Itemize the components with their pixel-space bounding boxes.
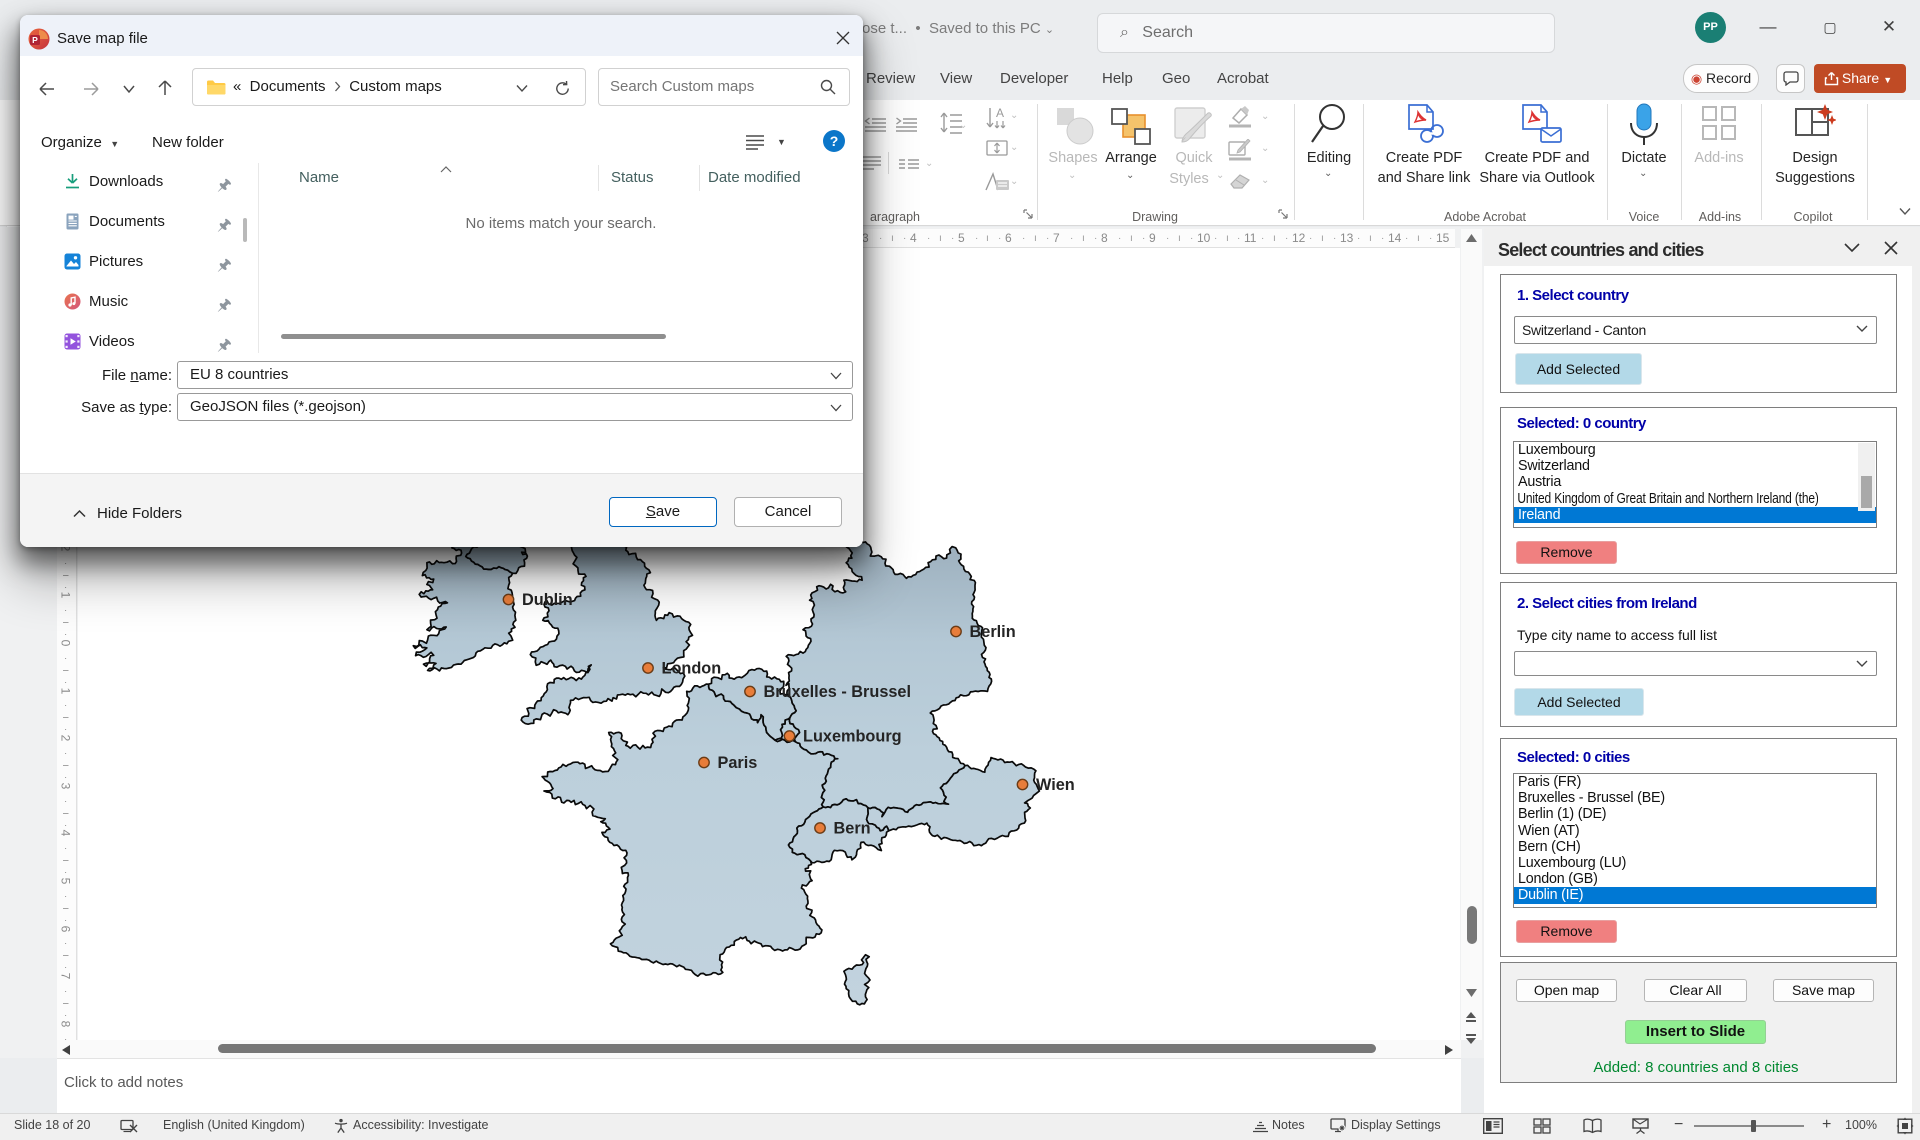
svg-text:Paris: Paris — [718, 754, 758, 772]
svg-text:Berlin: Berlin — [970, 623, 1016, 641]
svg-text:Wien: Wien — [1036, 776, 1075, 794]
svg-text:A: A — [996, 106, 1004, 120]
svg-text:Bern: Bern — [834, 820, 871, 838]
svg-text:Luxembourg: Luxembourg — [803, 728, 902, 746]
svg-text:Dublin: Dublin — [522, 591, 573, 609]
svg-text:Bruxelles - Brussel: Bruxelles - Brussel — [764, 683, 912, 701]
svg-text:London: London — [662, 660, 722, 678]
svg-text:P: P — [32, 35, 38, 45]
